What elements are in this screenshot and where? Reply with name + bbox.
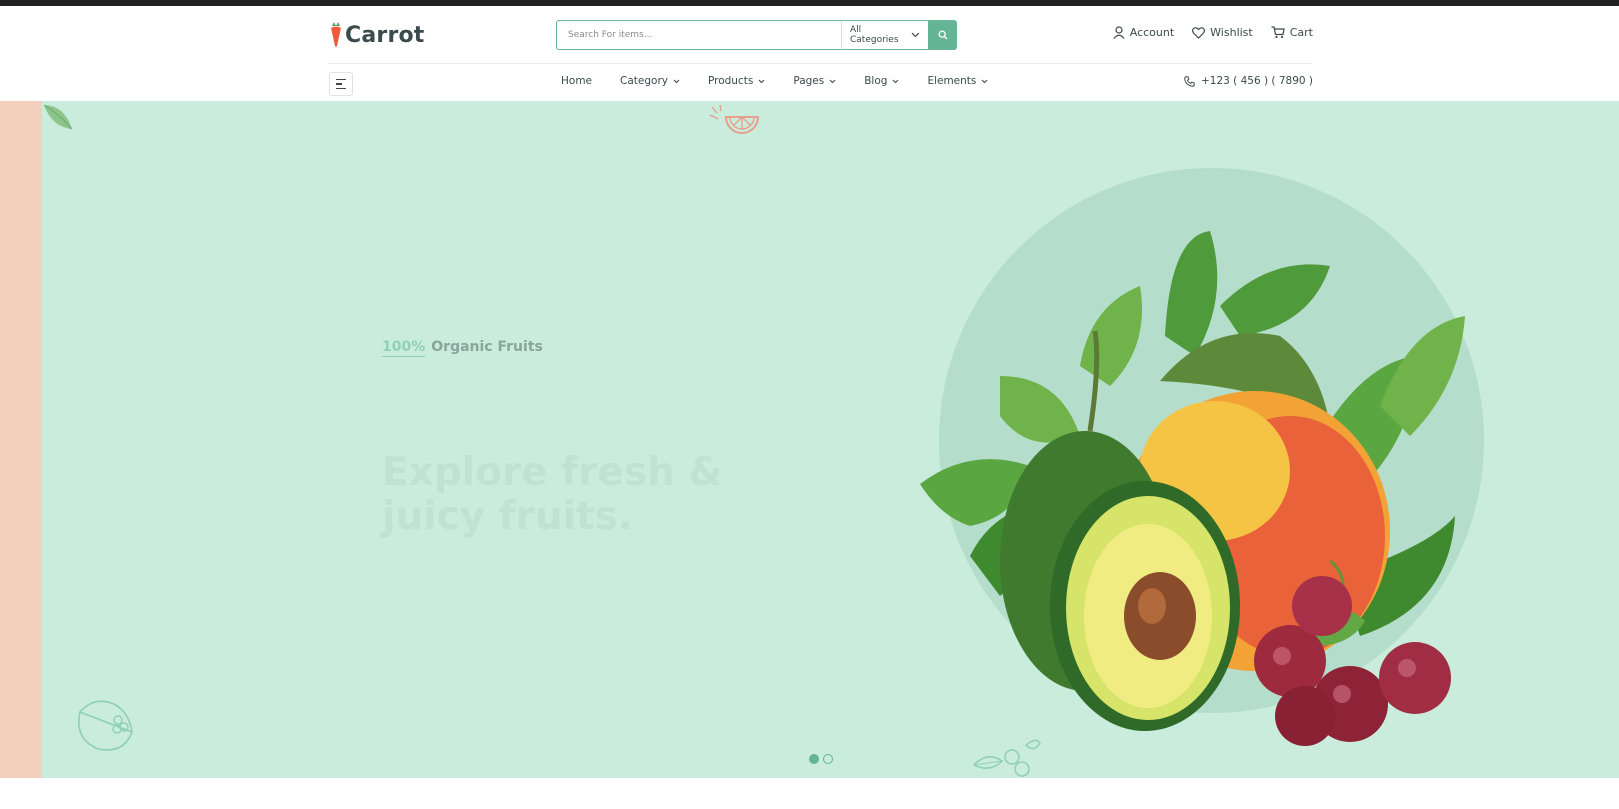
orange-slice-doodle-icon: [709, 104, 760, 134]
nav-item-label: Category: [620, 75, 668, 87]
cart-label: Cart: [1289, 26, 1313, 39]
nav-item-label: Products: [707, 75, 754, 87]
nav-item-label: Pages: [793, 75, 825, 87]
wishlist-link[interactable]: Wishlist: [1192, 26, 1253, 39]
category-select-label: All Categories: [850, 25, 899, 45]
main-nav: Home Category Products Pages Blog Elemen…: [561, 75, 1016, 87]
cart-link[interactable]: Cart: [1271, 26, 1313, 39]
fruit-bowl-doodle-icon: [78, 700, 134, 751]
nav-item-category[interactable]: Category: [620, 75, 680, 87]
chevron-down-icon: [758, 79, 765, 83]
hero-side-strip: [0, 101, 42, 778]
nav-item-pages[interactable]: Pages: [793, 75, 836, 87]
header-actions: Account Wishlist Cart: [1113, 26, 1313, 39]
hero-tag-percent: 100%: [382, 339, 426, 357]
account-link[interactable]: Account: [1113, 26, 1174, 39]
berry-leaf-doodle-icon: [972, 739, 1041, 777]
nav-item-label: Home: [561, 75, 593, 87]
nav-item-label: Elements: [927, 75, 977, 87]
fruit-bundle-image: [920, 231, 1465, 746]
heart-icon: [1192, 26, 1206, 39]
hero-slider: 100% Organic Fruits Explore fresh & juic…: [0, 101, 1619, 778]
account-label: Account: [1129, 26, 1175, 39]
search-input[interactable]: [556, 20, 841, 50]
nav-item-elements[interactable]: Elements: [927, 75, 988, 87]
phone-number: +123 ( 456 ) ( 7890 ): [1200, 75, 1313, 87]
hero-title: Explore fresh & juicy fruits.: [382, 450, 723, 539]
menu-toggle-button[interactable]: [329, 72, 353, 96]
search-icon: [938, 30, 947, 40]
chevron-down-icon: [673, 79, 680, 83]
chevron-down-icon: [829, 79, 836, 83]
chevron-down-icon: [911, 32, 920, 38]
search-button[interactable]: [928, 20, 957, 50]
slider-dot-2[interactable]: [823, 754, 833, 764]
chevron-down-icon: [982, 79, 988, 83]
header-divider: [329, 63, 1313, 64]
hero-tag-text: Organic Fruits: [431, 339, 543, 355]
category-select[interactable]: All Categories: [841, 20, 928, 50]
phone-link[interactable]: +123 ( 456 ) ( 7890 ): [1184, 75, 1313, 87]
hamburger-icon-line: [336, 78, 346, 81]
nav-item-blog[interactable]: Blog: [864, 75, 899, 87]
brand-logo[interactable]: Carrot: [329, 20, 425, 50]
site-header: Carrot All Categories Account Wishlist C…: [0, 6, 1619, 101]
nav-item-home[interactable]: Home: [561, 75, 592, 87]
page-bottom-area: [0, 778, 1619, 809]
nav-item-products[interactable]: Products: [708, 75, 765, 87]
hero-tagline: 100% Organic Fruits: [382, 339, 543, 357]
brand-name: Carrot: [345, 22, 425, 48]
user-icon: [1113, 26, 1125, 39]
hamburger-icon-line: [336, 87, 346, 90]
slider-dot-1[interactable]: [809, 754, 819, 764]
phone-icon: [1184, 75, 1195, 87]
slider-pagination: [809, 754, 833, 764]
leaf-icon: [43, 104, 73, 130]
chevron-down-icon: [893, 79, 899, 83]
search-bar: All Categories: [556, 20, 957, 50]
nav-item-label: Blog: [864, 75, 888, 87]
wishlist-label: Wishlist: [1210, 26, 1253, 39]
hamburger-icon-line: [336, 83, 342, 85]
carrot-logo-icon: [331, 22, 341, 47]
cart-icon: [1271, 26, 1285, 39]
